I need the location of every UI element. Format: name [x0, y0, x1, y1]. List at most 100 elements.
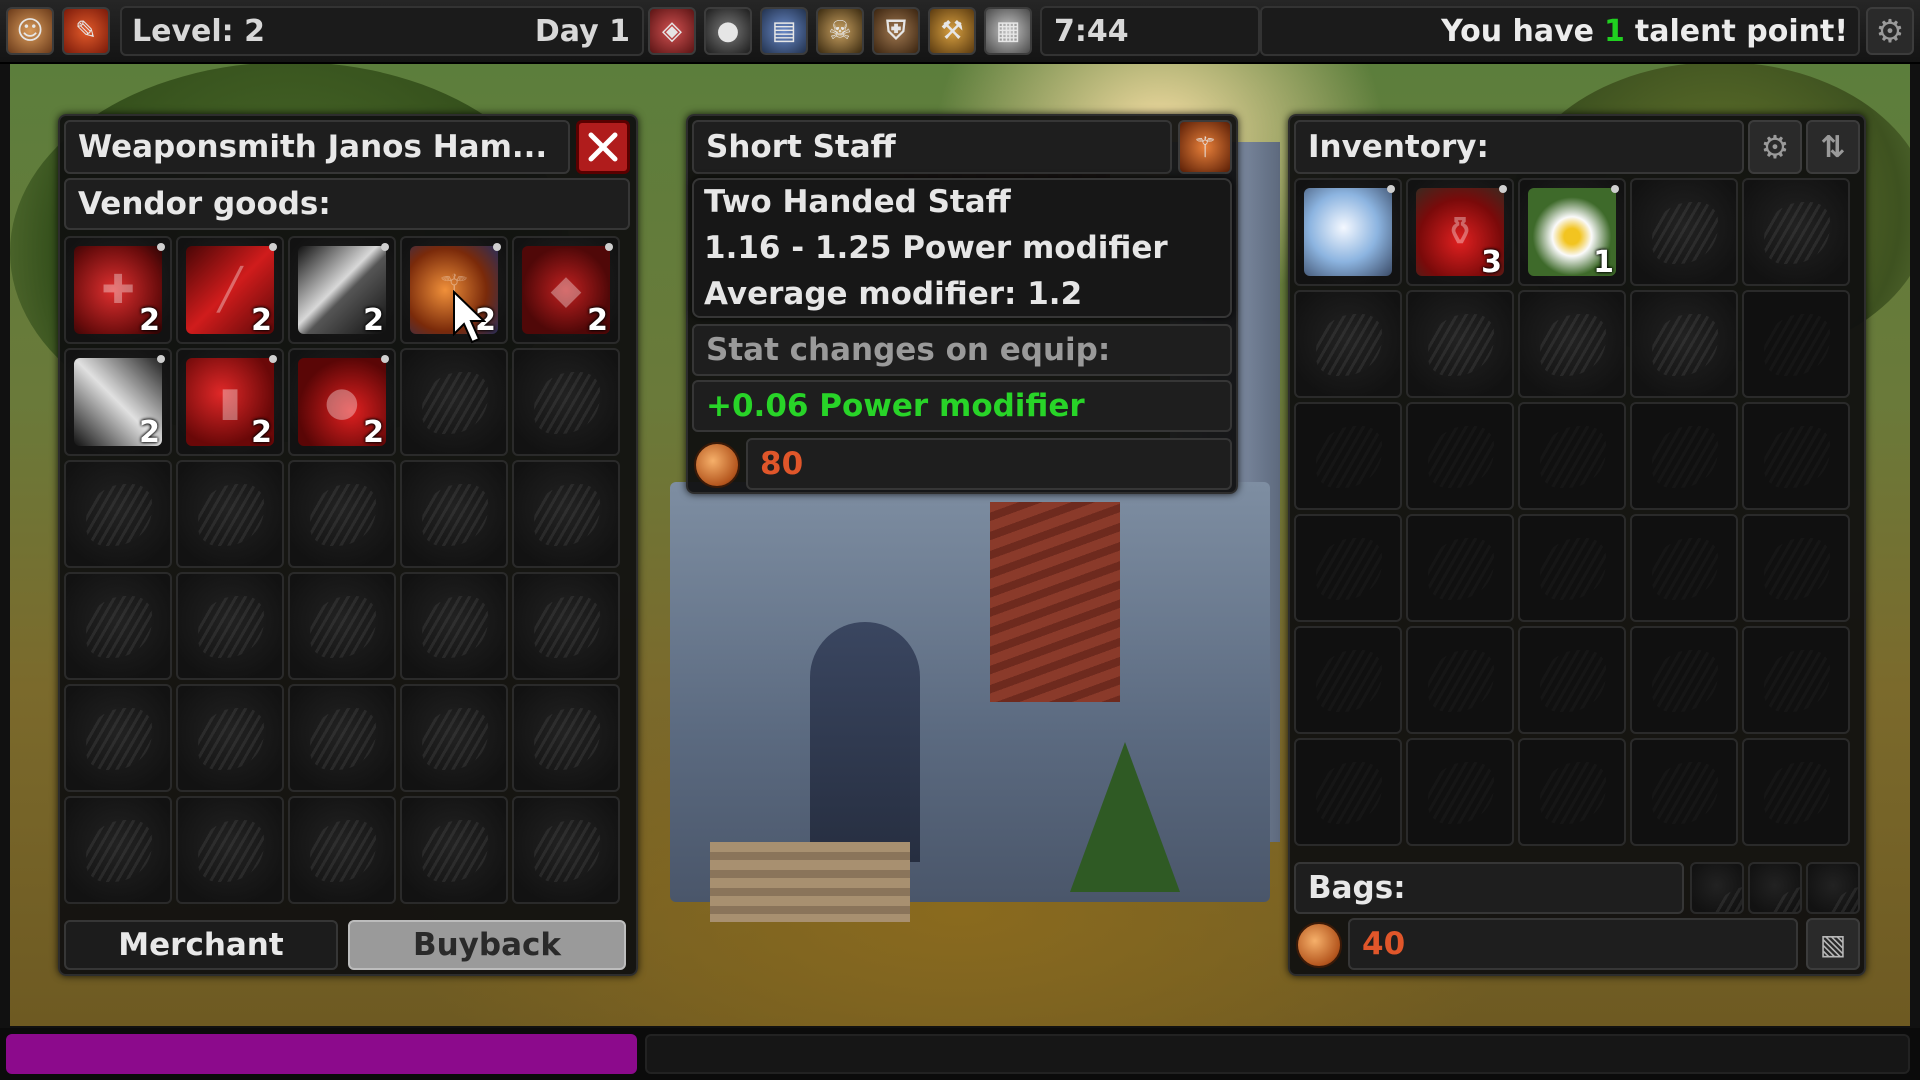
- inventory-empty-slot[interactable]: [1406, 402, 1514, 510]
- inventory-empty-slot[interactable]: [1518, 290, 1626, 398]
- inventory-settings-icon[interactable]: ⚙: [1748, 120, 1802, 174]
- inventory-empty-slot[interactable]: [1742, 178, 1850, 286]
- vendor-empty-slot[interactable]: [176, 572, 284, 680]
- bag-slot-1[interactable]: [1690, 862, 1744, 914]
- tooltip-item-name: Short Staff: [692, 120, 1172, 174]
- buyback-tab[interactable]: Buyback: [348, 920, 626, 970]
- inventory-empty-slot[interactable]: [1630, 514, 1738, 622]
- vendor-empty-slot[interactable]: [512, 572, 620, 680]
- inventory-empty-slot[interactable]: [1630, 738, 1738, 846]
- experience-bar-remaining: [645, 1034, 1910, 1074]
- inventory-empty-slot[interactable]: [1406, 290, 1514, 398]
- inventory-title: Inventory:: [1294, 120, 1744, 174]
- item-stack-count: 2: [139, 303, 160, 338]
- spellbook-icon[interactable]: ▤: [760, 7, 808, 55]
- skull-flag-icon[interactable]: ☠: [816, 7, 864, 55]
- backpack-icon[interactable]: ◈: [648, 7, 696, 55]
- scroll-map-icon[interactable]: ▧: [1806, 918, 1860, 970]
- inventory-empty-slot[interactable]: [1294, 626, 1402, 734]
- level-display: Level: 2 Day 1: [120, 6, 644, 56]
- vendor-empty-slot[interactable]: [512, 348, 620, 456]
- inventory-empty-slot[interactable]: [1742, 402, 1850, 510]
- short-staff-icon: ⚚: [1178, 120, 1232, 174]
- inventory-item-slot[interactable]: ⚱ 3: [1406, 178, 1514, 286]
- inventory-empty-slot[interactable]: [1742, 626, 1850, 734]
- stat-changes-label: Stat changes on equip:: [692, 324, 1232, 376]
- level-label: Level: 2: [132, 13, 265, 49]
- close-vendor-button[interactable]: [576, 120, 630, 174]
- vendor-empty-slot[interactable]: [288, 460, 396, 568]
- vendor-empty-slot[interactable]: [400, 348, 508, 456]
- inventory-empty-slot[interactable]: [1294, 738, 1402, 846]
- crafting-icon[interactable]: ⚒: [928, 7, 976, 55]
- vendor-item-slot[interactable]: ╱ 2: [176, 236, 284, 344]
- slot-indicator-dot: [157, 355, 165, 363]
- inventory-empty-slot[interactable]: [1630, 178, 1738, 286]
- tooltip-modifier-range: 1.16 - 1.25 Power modifier: [704, 230, 1168, 266]
- vendor-empty-slot[interactable]: [64, 684, 172, 792]
- slot-indicator-dot: [269, 243, 277, 251]
- inventory-empty-slot[interactable]: [1630, 626, 1738, 734]
- vendor-empty-slot[interactable]: [64, 796, 172, 904]
- vendor-empty-slot[interactable]: [400, 460, 508, 568]
- inventory-empty-slot[interactable]: [1406, 514, 1514, 622]
- item-stack-count: 1: [1593, 245, 1614, 280]
- bag-slot-3[interactable]: [1806, 862, 1860, 914]
- gold-coin-icon: [694, 442, 740, 488]
- vendor-empty-slot[interactable]: [176, 684, 284, 792]
- vendor-empty-slot[interactable]: [400, 572, 508, 680]
- sort-icon[interactable]: ⇅: [1806, 120, 1860, 174]
- inventory-item-slot[interactable]: 1: [1518, 178, 1626, 286]
- inventory-item-slot[interactable]: [1294, 178, 1402, 286]
- vendor-item-slot[interactable]: 2: [288, 236, 396, 344]
- slot-indicator-dot: [381, 355, 389, 363]
- inventory-empty-slot[interactable]: [1406, 626, 1514, 734]
- vendor-item-slot[interactable]: ● 2: [288, 348, 396, 456]
- vendor-empty-slot[interactable]: [288, 572, 396, 680]
- armor-icon[interactable]: ⛨: [872, 7, 920, 55]
- vendor-empty-slot[interactable]: [288, 796, 396, 904]
- inventory-empty-slot[interactable]: [1630, 290, 1738, 398]
- vendor-empty-slot[interactable]: [64, 460, 172, 568]
- inventory-empty-slot[interactable]: [1630, 402, 1738, 510]
- vendor-empty-slot[interactable]: [176, 796, 284, 904]
- vendor-item-slot[interactable]: 2: [64, 348, 172, 456]
- inventory-empty-slot[interactable]: [1518, 738, 1626, 846]
- vendor-empty-slot[interactable]: [512, 684, 620, 792]
- vendor-item-slot[interactable]: ▮ 2: [176, 348, 284, 456]
- inventory-empty-slot[interactable]: [1742, 514, 1850, 622]
- inventory-empty-slot[interactable]: [1518, 514, 1626, 622]
- vendor-empty-slot[interactable]: [512, 796, 620, 904]
- inventory-empty-slot[interactable]: [1518, 626, 1626, 734]
- inventory-empty-slot[interactable]: [1294, 514, 1402, 622]
- clock-display: 7:44: [1040, 6, 1260, 56]
- merchant-tab[interactable]: Merchant: [64, 920, 338, 970]
- inventory-empty-slot[interactable]: [1742, 290, 1850, 398]
- scroll-icon[interactable]: ▦: [984, 7, 1032, 55]
- vendor-item-slot[interactable]: ✚ 2: [64, 236, 172, 344]
- mouse-cursor-icon: [453, 290, 486, 344]
- portrait-icon[interactable]: ☺: [6, 7, 54, 55]
- item-stack-count: 2: [587, 303, 608, 338]
- gear-icon[interactable]: ⚙: [1866, 7, 1914, 55]
- inventory-empty-slot[interactable]: [1294, 402, 1402, 510]
- inventory-empty-slot[interactable]: [1742, 738, 1850, 846]
- vendor-empty-slot[interactable]: [64, 572, 172, 680]
- bag-slot-2[interactable]: [1748, 862, 1802, 914]
- item-stack-count: 2: [251, 303, 272, 338]
- ore-icon[interactable]: ●: [704, 7, 752, 55]
- vendor-item-slot[interactable]: ◆ 2: [512, 236, 620, 344]
- inventory-empty-slot[interactable]: [1294, 290, 1402, 398]
- vendor-empty-slot[interactable]: [400, 796, 508, 904]
- talent-notice[interactable]: You have 1 talent point!: [1260, 6, 1860, 56]
- inventory-empty-slot[interactable]: [1518, 402, 1626, 510]
- vendor-empty-slot[interactable]: [400, 684, 508, 792]
- vendor-empty-slot[interactable]: [176, 460, 284, 568]
- tooltip-average-modifier: Average modifier: 1.2: [704, 276, 1083, 312]
- slot-indicator-dot: [381, 243, 389, 251]
- slot-indicator-dot: [605, 243, 613, 251]
- vendor-empty-slot[interactable]: [288, 684, 396, 792]
- quill-icon[interactable]: ✎: [62, 7, 110, 55]
- inventory-empty-slot[interactable]: [1406, 738, 1514, 846]
- vendor-empty-slot[interactable]: [512, 460, 620, 568]
